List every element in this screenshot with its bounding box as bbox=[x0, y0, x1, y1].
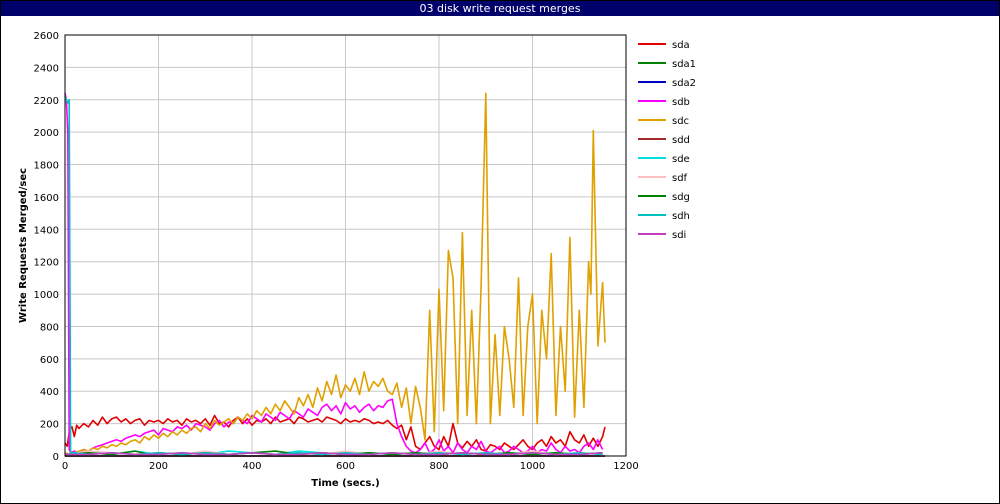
y-tick-label: 1800 bbox=[34, 161, 59, 172]
legend-label-sdh: sdh bbox=[672, 211, 690, 222]
x-axis-label: Time (secs.) bbox=[311, 478, 380, 489]
legend-label-sda1: sda1 bbox=[672, 59, 696, 70]
y-tick-label: 2000 bbox=[34, 128, 59, 139]
legend-label-sda: sda bbox=[672, 40, 690, 51]
y-tick-label: 1400 bbox=[34, 225, 59, 236]
x-tick-label: 600 bbox=[336, 461, 355, 472]
y-tick-label: 600 bbox=[40, 355, 59, 366]
y-tick-label: 2200 bbox=[34, 96, 59, 107]
y-tick-label: 800 bbox=[40, 322, 59, 333]
legend: sda sda1 sda2 sdb sdc sdd sde sdf sdg sdh sdi bbox=[638, 40, 696, 241]
y-tick-label: 400 bbox=[40, 387, 59, 398]
y-tick-label: 1600 bbox=[34, 193, 59, 204]
legend-label-sdf: sdf bbox=[672, 173, 688, 184]
y-tick-label: 0 bbox=[53, 452, 59, 463]
chart-canvas: 0 200 400 600 800 1000 1200 0 200 400 600 800 1000 12… bbox=[18, 31, 696, 489]
y-axis-label: Write Requests Merged/sec bbox=[18, 168, 29, 323]
x-tick-label: 0 bbox=[62, 461, 68, 472]
legend-label-sdd: sdd bbox=[672, 135, 690, 146]
legend-label-sde: sde bbox=[672, 154, 690, 165]
x-tick-label: 1000 bbox=[520, 461, 545, 472]
y-tick-label: 1000 bbox=[34, 290, 59, 301]
legend-label-sdi: sdi bbox=[672, 230, 686, 241]
legend-label-sdb: sdb bbox=[672, 97, 690, 108]
x-tick-label: 200 bbox=[149, 461, 168, 472]
y-tick-label: 2600 bbox=[34, 31, 59, 42]
y-tick-label: 1200 bbox=[34, 258, 59, 269]
y-tick-label: 200 bbox=[40, 420, 59, 431]
x-tick-label: 1200 bbox=[613, 461, 638, 472]
x-tick-label: 800 bbox=[429, 461, 448, 472]
legend-label-sdc: sdc bbox=[672, 116, 689, 127]
x-tick-label: 400 bbox=[242, 461, 261, 472]
legend-label-sda2: sda2 bbox=[672, 78, 696, 89]
legend-label-sdg: sdg bbox=[672, 192, 690, 203]
y-tick-label: 2400 bbox=[34, 63, 59, 74]
